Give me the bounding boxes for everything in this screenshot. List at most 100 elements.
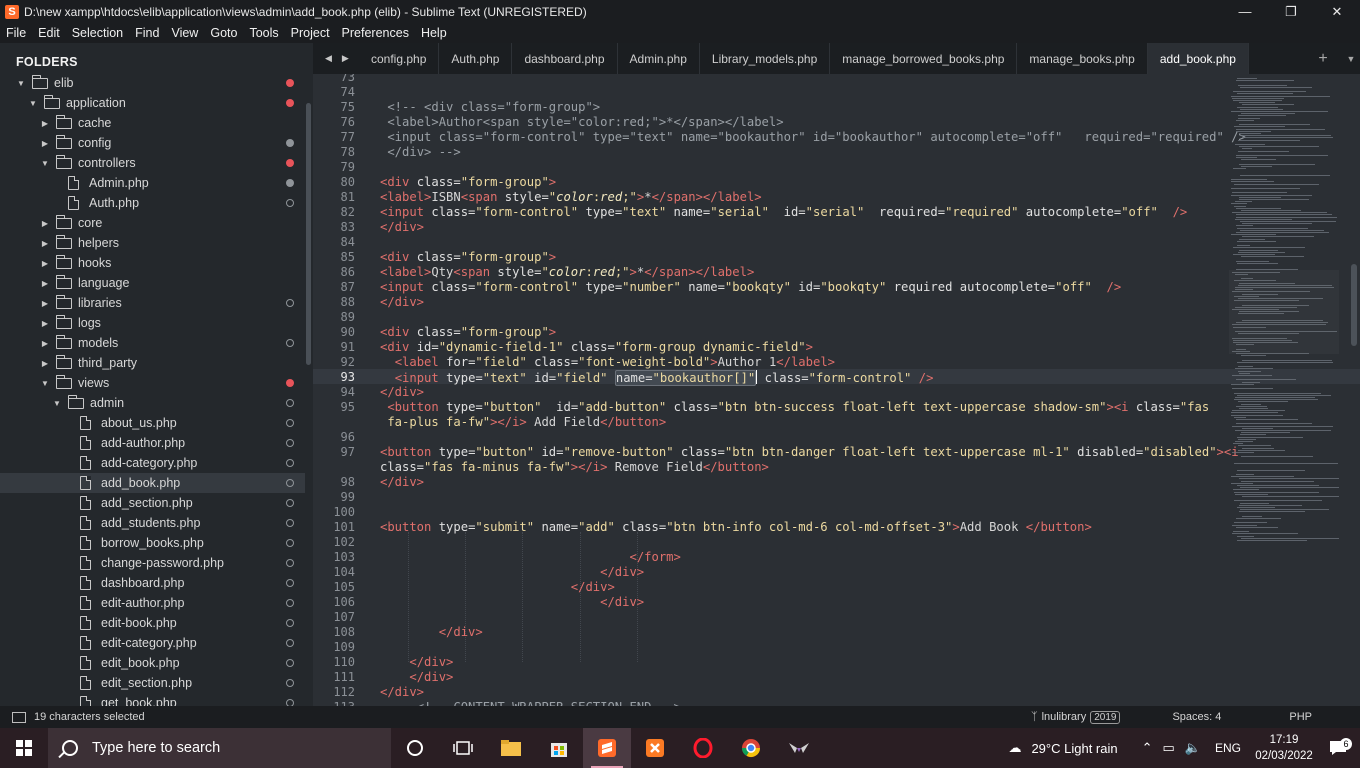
folder-item[interactable]: ▼ admin <box>0 393 305 413</box>
file-item[interactable]: edit-book.php <box>0 613 305 633</box>
volume-icon[interactable]: 🔈 <box>1180 740 1206 756</box>
notification-center-button[interactable]: 6 <box>1316 738 1360 756</box>
code-line[interactable]: </div> <box>380 385 424 400</box>
file-item[interactable]: edit_section.php <box>0 673 305 693</box>
app-button[interactable] <box>775 728 823 768</box>
folder-item[interactable]: ▶ logs <box>0 313 305 333</box>
store-button[interactable] <box>535 728 583 768</box>
chevron-down-icon[interactable]: ▼ <box>52 399 62 408</box>
tab-next-icon[interactable]: ▶ <box>342 53 349 64</box>
file-item[interactable]: dashboard.php <box>0 573 305 593</box>
chevron-right-icon[interactable]: ▶ <box>40 339 50 348</box>
file-item[interactable]: add_students.php <box>0 513 305 533</box>
folder-item[interactable]: ▶ models <box>0 333 305 353</box>
file-explorer-button[interactable] <box>487 728 535 768</box>
tab-admin-php[interactable]: Admin.php <box>618 43 700 74</box>
menu-find[interactable]: Find <box>129 23 165 43</box>
chevron-down-icon[interactable]: ▼ <box>16 79 26 88</box>
code-line[interactable]: </div> <box>380 670 453 685</box>
code-line[interactable]: </div> <box>380 580 615 595</box>
file-item[interactable]: add-author.php <box>0 433 305 453</box>
file-item[interactable]: edit_book.php <box>0 653 305 673</box>
file-item[interactable]: edit-category.php <box>0 633 305 653</box>
tab-dashboard-php[interactable]: dashboard.php <box>512 43 618 74</box>
chevron-right-icon[interactable]: ▶ <box>40 279 50 288</box>
folder-item[interactable]: ▼ application <box>0 93 305 113</box>
code-line[interactable]: <button type="submit" name="add" class="… <box>380 520 1092 535</box>
code-line[interactable]: </div> --> <box>380 145 460 160</box>
tab-library-models-php[interactable]: Library_models.php <box>700 43 831 74</box>
code-line[interactable]: fa-plus fa-fw"></i> Add Field</button> <box>380 415 666 430</box>
folder-item[interactable]: ▶ third_party <box>0 353 305 373</box>
file-item[interactable]: about_us.php <box>0 413 305 433</box>
code-line[interactable]: </div> <box>380 685 424 700</box>
code-line[interactable]: class="fas fa-minus fa-fw"></i> Remove F… <box>380 460 769 475</box>
tab-list-icon[interactable]: ▼ <box>1342 54 1360 64</box>
code-line[interactable]: <label>ISBN<span style="color:red;">*</s… <box>380 190 762 205</box>
minimize-button[interactable]: — <box>1222 0 1268 23</box>
menu-goto[interactable]: Goto <box>204 23 243 43</box>
menu-file[interactable]: File <box>0 23 32 43</box>
git-branch[interactable]: ᛉ lnulibrary 2019 <box>1031 710 1121 724</box>
start-button[interactable] <box>0 728 48 768</box>
code-line[interactable]: <button type="button" id="add-button" cl… <box>380 400 1209 415</box>
file-item[interactable]: add_book.php <box>0 473 305 493</box>
clock[interactable]: 17:19 02/03/2022 <box>1252 732 1316 764</box>
tab-add-book-php[interactable]: add_book.php <box>1147 43 1249 74</box>
chevron-right-icon[interactable]: ▶ <box>40 239 50 248</box>
network-icon[interactable]: ▭ <box>1158 740 1180 756</box>
code-line[interactable]: <label for="field" class="font-weight-bo… <box>380 355 835 370</box>
tab-manage-borrowed-books-php[interactable]: manage_borrowed_books.php <box>830 43 1018 74</box>
chevron-down-icon[interactable]: ▼ <box>40 159 50 168</box>
panel-toggle-icon[interactable] <box>12 711 26 723</box>
menu-preferences[interactable]: Preferences <box>336 23 415 43</box>
file-item[interactable]: Auth.php <box>0 193 305 213</box>
indentation-status[interactable]: Spaces: 4 <box>1172 711 1221 723</box>
chevron-right-icon[interactable]: ▶ <box>40 139 50 148</box>
chevron-down-icon[interactable]: ▼ <box>28 99 38 108</box>
new-tab-icon[interactable]: + <box>1304 50 1342 68</box>
code-line[interactable]: </div> <box>380 655 453 670</box>
file-item[interactable]: get_book.php <box>0 693 305 706</box>
code-line[interactable]: <label>Qty<span style="color:red;">*</sp… <box>380 265 754 280</box>
sublime-taskbar-button[interactable] <box>583 728 631 768</box>
chevron-right-icon[interactable]: ▶ <box>40 359 50 368</box>
xampp-button[interactable] <box>631 728 679 768</box>
folder-item[interactable]: ▶ cache <box>0 113 305 133</box>
folder-item[interactable]: ▼ views <box>0 373 305 393</box>
code-line[interactable]: </div> <box>380 475 424 490</box>
taskbar-search[interactable]: Type here to search <box>48 728 391 768</box>
chevron-right-icon[interactable]: ▶ <box>40 299 50 308</box>
file-item[interactable]: change-password.php <box>0 553 305 573</box>
tab-prev-icon[interactable]: ◀ <box>325 53 332 64</box>
close-button[interactable]: ✕ <box>1314 0 1360 23</box>
code-line[interactable]: <!-- <div class="form-group"> <box>380 100 600 115</box>
chevron-right-icon[interactable]: ▶ <box>40 259 50 268</box>
menu-view[interactable]: View <box>165 23 204 43</box>
code-line[interactable]: <div class="form-group"> <box>380 175 556 190</box>
cortana-button[interactable] <box>391 728 439 768</box>
folder-item[interactable]: ▼ controllers <box>0 153 305 173</box>
code-line[interactable]: <div class="form-group"> <box>380 325 556 340</box>
code-line[interactable]: </div> <box>380 595 644 610</box>
editor[interactable]: 73 74 75 76 77 78 79 80 81 82 83 84 85 86 87 88 89 90 91 92… <box>313 74 1360 706</box>
sidebar-scrollbar[interactable] <box>306 103 311 365</box>
tab-auth-php[interactable]: Auth.php <box>439 43 513 74</box>
code-line[interactable]: </form> <box>380 550 680 565</box>
folder-item[interactable]: ▼ elib <box>0 73 305 93</box>
editor-scrollbar[interactable] <box>1351 264 1357 346</box>
chrome-button[interactable] <box>727 728 775 768</box>
language-indicator[interactable]: ENG <box>1210 741 1246 755</box>
code-line[interactable]: <button type="button" id="remove-button"… <box>380 445 1239 460</box>
opera-button[interactable] <box>679 728 727 768</box>
file-item[interactable]: edit-author.php <box>0 593 305 613</box>
menu-edit[interactable]: Edit <box>32 23 66 43</box>
folder-item[interactable]: ▶ libraries <box>0 293 305 313</box>
code-line[interactable]: <input class="form-control" type="number… <box>380 280 1121 295</box>
code-line[interactable]: </div> <box>380 625 483 640</box>
weather-icon[interactable]: ☁ <box>1003 740 1026 756</box>
file-item[interactable]: borrow_books.php <box>0 533 305 553</box>
code-area[interactable]: <!-- <div class="form-group"> <label>Aut… <box>380 74 1246 706</box>
menu-project[interactable]: Project <box>285 23 336 43</box>
task-view-button[interactable] <box>439 728 487 768</box>
